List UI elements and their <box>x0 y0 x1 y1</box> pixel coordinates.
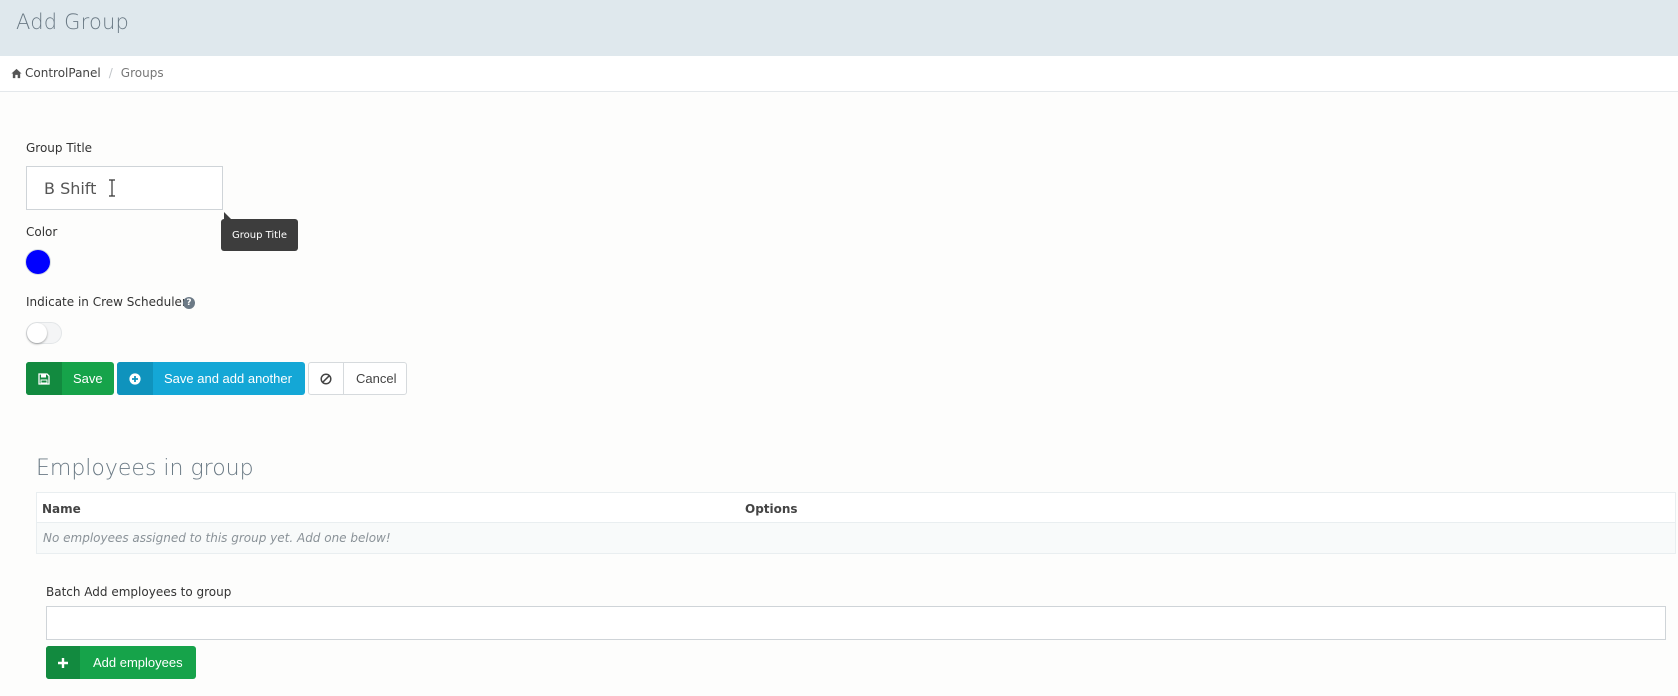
employees-section-title: Employees in group <box>36 456 254 481</box>
home-icon <box>11 68 22 78</box>
question-circle-icon[interactable]: ? <box>183 297 195 309</box>
save-button-label: Save <box>73 371 103 386</box>
plus-icon <box>46 646 80 679</box>
toggle-knob <box>27 323 47 343</box>
column-header-options: Options <box>745 502 798 516</box>
ban-icon <box>309 363 344 394</box>
page-title: Add Group <box>16 10 130 34</box>
column-header-name: Name <box>42 502 81 516</box>
group-title-tooltip: Group Title <box>221 219 298 251</box>
crew-scheduler-toggle[interactable] <box>26 322 62 344</box>
batch-add-label: Batch Add employees to group <box>46 585 232 599</box>
text-cursor-icon <box>109 179 115 197</box>
cancel-button[interactable]: Cancel <box>308 362 407 395</box>
group-title-label: Group Title <box>26 141 93 155</box>
table-row: No employees assigned to this group yet.… <box>37 523 1675 553</box>
page-header: Add Group <box>0 0 1678 56</box>
employees-table: Name Options No employees assigned to th… <box>36 492 1676 554</box>
batch-add-employees-input[interactable] <box>46 606 1666 640</box>
breadcrumb: ControlPanel / Groups <box>11 66 164 80</box>
save-and-add-another-label: Save and add another <box>164 371 292 386</box>
floppy-disk-icon <box>26 362 62 395</box>
add-employees-button[interactable]: Add employees <box>46 646 196 679</box>
save-and-add-another-button[interactable]: Save and add another <box>117 362 305 395</box>
group-title-input[interactable] <box>26 166 223 210</box>
empty-table-message: No employees assigned to this group yet.… <box>43 531 391 545</box>
breadcrumb-groups[interactable]: Groups <box>121 66 164 80</box>
color-picker-swatch[interactable] <box>26 250 50 274</box>
cancel-button-label: Cancel <box>356 371 397 386</box>
breadcrumb-separator: / <box>108 66 113 80</box>
breadcrumb-home-link[interactable]: ControlPanel <box>25 66 101 80</box>
add-employees-label: Add employees <box>93 655 183 670</box>
breadcrumb-bar: ControlPanel / Groups <box>0 56 1678 92</box>
crew-scheduler-label: Indicate in Crew Scheduler <box>26 295 187 309</box>
plus-circle-icon <box>117 362 153 395</box>
color-label: Color <box>26 225 58 239</box>
save-button[interactable]: Save <box>26 362 114 395</box>
